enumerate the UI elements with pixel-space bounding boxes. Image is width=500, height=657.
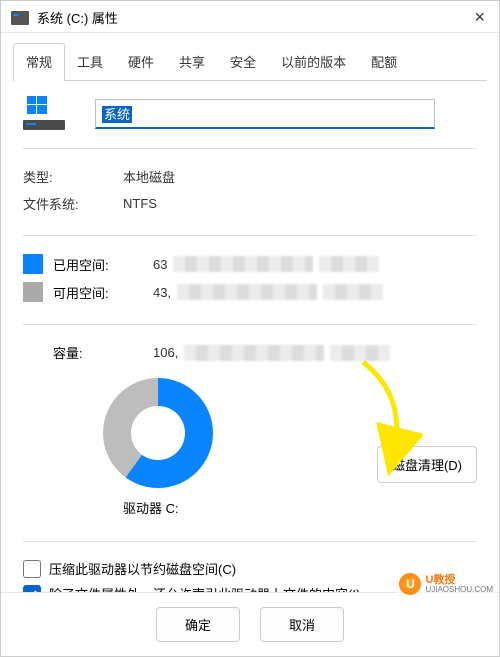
watermark-brand: U教授: [425, 575, 493, 586]
redacted-bar: [173, 256, 313, 272]
tab-previous[interactable]: 以前的版本: [268, 43, 359, 81]
disk-cleanup-button[interactable]: 磁盘清理(D): [377, 446, 477, 483]
fs-label: 文件系统:: [23, 194, 123, 213]
drive-label: 驱动器 C:: [123, 498, 477, 517]
free-color-swatch: [23, 282, 43, 302]
compress-checkbox[interactable]: [23, 560, 41, 578]
used-value: 63: [153, 257, 167, 272]
type-row: 类型: 本地磁盘: [23, 163, 477, 190]
index-checkbox[interactable]: [23, 585, 41, 593]
capacity-label: 容量:: [23, 343, 153, 362]
tab-content: 系统 类型: 本地磁盘 文件系统: NTFS 已用空间: 63 可用空间:: [1, 82, 499, 592]
tab-strip: 常规 工具 硬件 共享 安全 以前的版本 配额: [1, 33, 499, 81]
usage-pie-chart: [103, 378, 213, 488]
used-space-row: 已用空间: 63: [23, 250, 477, 278]
redacted-bar: [177, 284, 317, 300]
system-drive-icon: [23, 98, 65, 130]
window-title: 系统 (C:) 属性: [37, 8, 118, 27]
redacted-bar: [323, 284, 383, 300]
tab-security[interactable]: 安全: [217, 43, 269, 81]
capacity-value: 106,: [153, 345, 178, 360]
fs-value: NTFS: [123, 196, 477, 211]
free-label: 可用空间:: [53, 283, 153, 302]
type-value: 本地磁盘: [123, 167, 477, 186]
redacted-bar: [330, 345, 390, 361]
watermark: U U教授 UJIAOSHOU.COM: [396, 571, 496, 597]
watermark-icon: U: [399, 573, 421, 595]
ok-button[interactable]: 确定: [156, 607, 240, 642]
tab-quota[interactable]: 配额: [358, 43, 410, 81]
drive-icon: [11, 11, 29, 25]
filesystem-row: 文件系统: NTFS: [23, 190, 477, 217]
drive-name-input[interactable]: 系统: [95, 99, 435, 129]
free-value: 43,: [153, 285, 171, 300]
tab-hardware[interactable]: 硬件: [115, 43, 167, 81]
used-label: 已用空间:: [53, 255, 153, 274]
used-color-swatch: [23, 254, 43, 274]
capacity-row: 容量: 106,: [23, 339, 477, 366]
properties-dialog: 系统 (C:) 属性 × 常规 工具 硬件 共享 安全 以前的版本 配额 系统 …: [0, 0, 500, 657]
tab-general[interactable]: 常规: [13, 43, 65, 81]
watermark-url: UJIAOSHOU.COM: [425, 586, 493, 594]
close-icon[interactable]: ×: [470, 7, 489, 28]
tab-sharing[interactable]: 共享: [166, 43, 218, 81]
free-space-row: 可用空间: 43,: [23, 278, 477, 306]
index-label: 除了文件属性外，还允许索引此驱动器上文件的内容(I): [49, 584, 360, 592]
type-label: 类型:: [23, 167, 123, 186]
titlebar: 系统 (C:) 属性 ×: [1, 1, 499, 33]
redacted-bar: [184, 345, 324, 361]
dialog-footer: 确定 取消: [1, 592, 499, 656]
tab-tools[interactable]: 工具: [64, 43, 116, 81]
cancel-button[interactable]: 取消: [260, 607, 344, 642]
compress-label: 压缩此驱动器以节约磁盘空间(C): [49, 559, 236, 578]
redacted-bar: [319, 256, 379, 272]
